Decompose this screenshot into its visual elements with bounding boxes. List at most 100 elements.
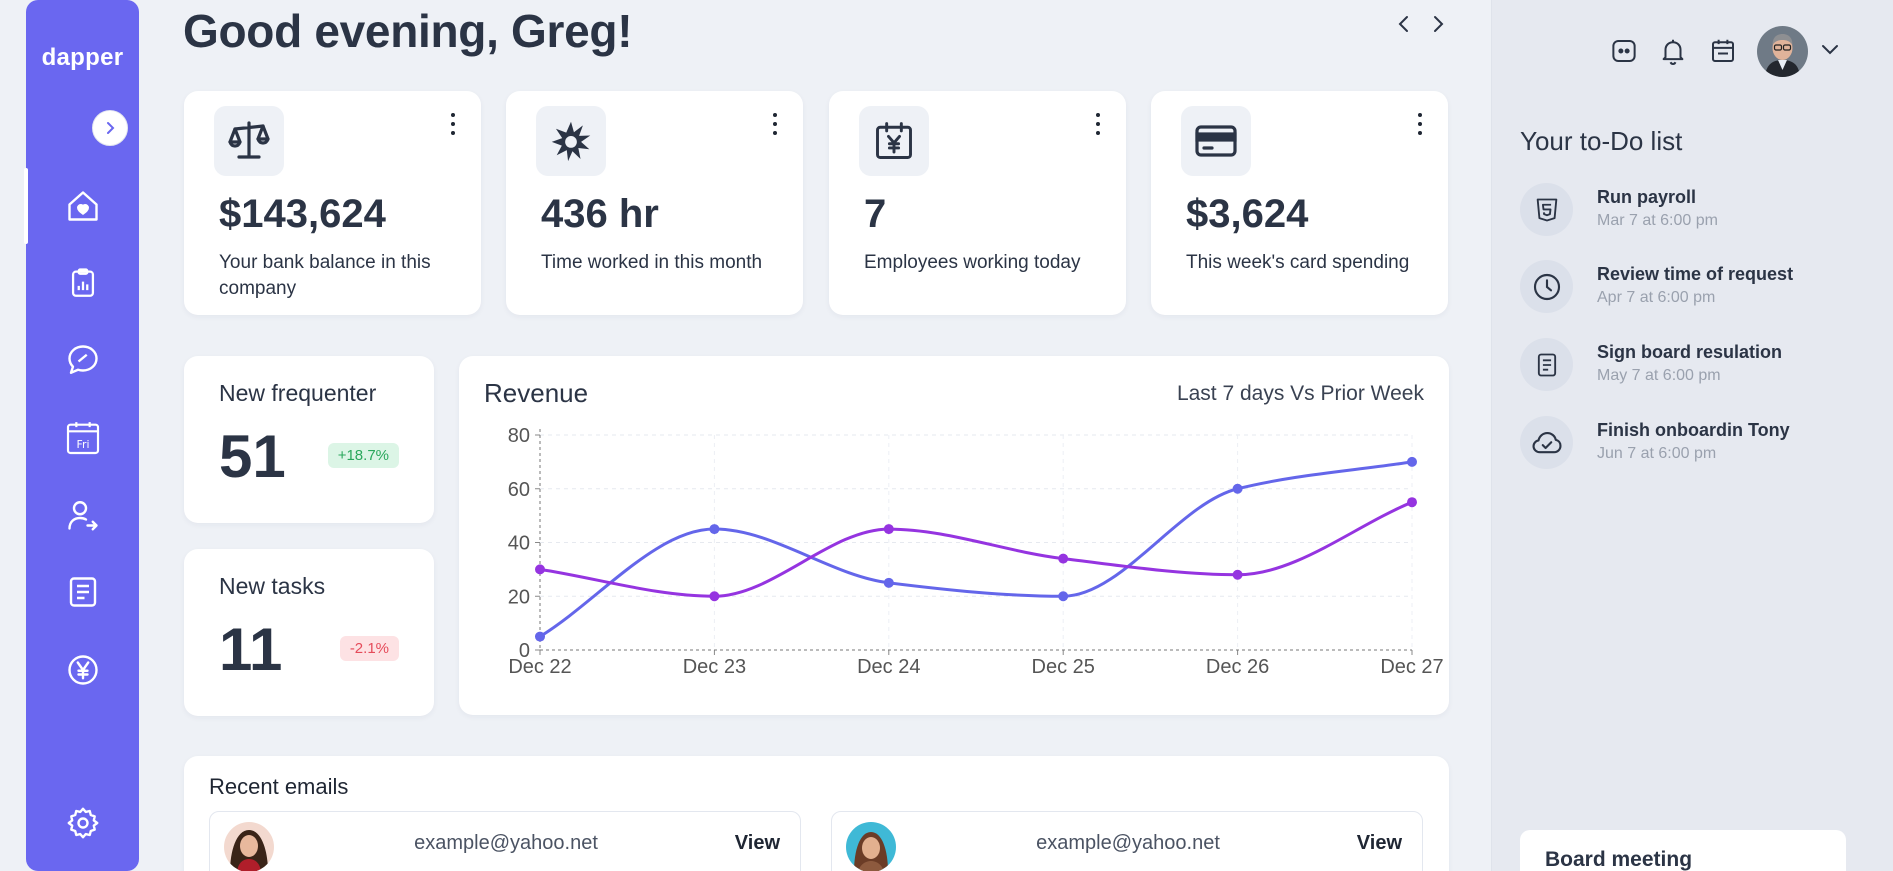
todo-title: Your to-Do list bbox=[1520, 126, 1683, 156]
burst-icon bbox=[551, 121, 591, 162]
calendar-icon: Fri bbox=[66, 422, 99, 455]
prev-button[interactable] bbox=[1392, 12, 1416, 36]
section-title: Recent emails bbox=[209, 774, 349, 799]
stat-label: This week's card spending bbox=[1186, 252, 1410, 273]
data-point bbox=[883, 577, 894, 588]
x-tick-label: Dec 25 bbox=[1032, 656, 1095, 678]
bot-icon bbox=[1612, 40, 1636, 62]
todo-item[interactable]: Review time of request Apr 7 at 6:00 pm bbox=[1520, 260, 1860, 316]
sidebar-item-tasks[interactable] bbox=[26, 253, 139, 313]
revenue-chart: 020406080Dec 22 Dec 23 Dec 24 Dec 25 Dec 26 D… bbox=[508, 425, 1444, 678]
card-value: 51 bbox=[219, 423, 286, 490]
html5-icon bbox=[1536, 198, 1557, 221]
next-button[interactable] bbox=[1426, 12, 1450, 36]
data-point bbox=[535, 564, 545, 575]
stat-value: 7 bbox=[864, 192, 887, 236]
todo-time: Jun 7 at 6:00 pm bbox=[1597, 445, 1717, 462]
stat-card-card-spending: $3,624 This week's card spending bbox=[1151, 91, 1448, 315]
cloud-check-icon bbox=[1531, 431, 1562, 453]
y-tick-label: 40 bbox=[508, 533, 530, 555]
more-options-button[interactable] bbox=[1412, 111, 1428, 137]
more-options-button[interactable] bbox=[1090, 111, 1106, 137]
stat-card-employees: 7 Employees working today bbox=[829, 91, 1126, 315]
chevron-down-icon bbox=[1822, 45, 1838, 55]
page-title: Good evening, Greg! bbox=[183, 5, 633, 57]
email-address: example@yahoo.net bbox=[1036, 832, 1220, 854]
more-options-button[interactable] bbox=[445, 111, 461, 137]
data-point bbox=[1232, 483, 1243, 494]
sidebar-item-calendar[interactable]: Fri bbox=[26, 408, 139, 468]
stat-card-balance: $143,624 Your bank balance in this compa… bbox=[184, 91, 481, 315]
sidebar-item-documents[interactable] bbox=[26, 562, 139, 622]
clock-icon bbox=[1533, 273, 1560, 300]
stat-value: $143,624 bbox=[219, 192, 386, 236]
sidebar-collapse-button[interactable] bbox=[92, 110, 128, 146]
stat-label: Time worked in this month bbox=[541, 252, 763, 273]
board-meeting-title: Board meeting bbox=[1545, 848, 1693, 871]
data-point bbox=[1407, 497, 1417, 508]
chevron-left-icon bbox=[1398, 16, 1408, 32]
sidebar-item-home[interactable] bbox=[24, 168, 139, 244]
scale-icon bbox=[228, 121, 270, 159]
data-point bbox=[883, 524, 894, 535]
sidebar-item-messages[interactable] bbox=[26, 330, 139, 390]
calendar-yen-icon bbox=[876, 122, 912, 159]
new-frequenter-card: New frequenter 51 +18.7% bbox=[184, 356, 434, 523]
chat-bot-button[interactable] bbox=[1607, 34, 1641, 68]
app-logo[interactable]: dapper bbox=[26, 44, 139, 72]
todo-item[interactable]: Run payroll Mar 7 at 6:00 pm bbox=[1520, 183, 1860, 239]
todo-name: Sign board resulation bbox=[1597, 342, 1783, 362]
todo-time: Apr 7 at 6:00 pm bbox=[1597, 289, 1716, 306]
user-transfer-icon bbox=[67, 501, 98, 531]
card-title: New frequenter bbox=[219, 380, 377, 406]
todo-name: Review time of request bbox=[1597, 264, 1794, 284]
sidebar-item-people[interactable] bbox=[26, 485, 139, 545]
stat-label: Employees working today bbox=[864, 252, 1081, 273]
notifications-button[interactable] bbox=[1656, 34, 1690, 68]
y-tick-label: 20 bbox=[508, 586, 530, 608]
data-point bbox=[709, 524, 720, 535]
todo-name: Run payroll bbox=[1597, 187, 1697, 207]
clipboard-icon bbox=[71, 268, 94, 297]
todo-time: Mar 7 at 6:00 pm bbox=[1597, 212, 1718, 229]
trend-badge: +18.7% bbox=[327, 443, 399, 468]
data-point bbox=[1058, 553, 1069, 564]
todo-item[interactable]: Sign board resulation May 7 at 6:00 pm bbox=[1520, 338, 1860, 394]
revenue-card: Revenue Last 7 days Vs Prior Week 0 20 40 6… bbox=[459, 356, 1449, 715]
document-icon bbox=[1537, 353, 1556, 376]
email-item[interactable]: example@yahoo.net View bbox=[831, 811, 1423, 871]
card-title: New tasks bbox=[219, 573, 326, 599]
view-email-button[interactable]: View bbox=[1357, 832, 1402, 855]
stat-card-time-worked: 436 hr Time worked in this month bbox=[506, 91, 803, 315]
sidebar-item-finance[interactable] bbox=[26, 640, 139, 700]
stat-value: 436 hr bbox=[541, 192, 659, 236]
profile-avatar[interactable] bbox=[1757, 26, 1808, 77]
credit-card-icon bbox=[1195, 125, 1237, 157]
view-email-button[interactable]: View bbox=[735, 832, 780, 855]
data-point bbox=[709, 591, 720, 602]
more-options-button[interactable] bbox=[767, 111, 783, 137]
todo-item[interactable]: Finish onboardin Tony Jun 7 at 6:00 pm bbox=[1520, 416, 1860, 472]
data-point bbox=[1058, 591, 1069, 602]
data-point bbox=[1407, 456, 1417, 467]
bell-icon bbox=[1662, 39, 1684, 65]
email-item[interactable]: example@yahoo.net View bbox=[209, 811, 801, 871]
stat-label: Your bank balance in this company bbox=[219, 252, 431, 299]
stat-value: $3,624 bbox=[1186, 192, 1309, 236]
new-tasks-card: New tasks 11 -2.1% bbox=[184, 549, 434, 716]
y-tick-label: 80 bbox=[508, 425, 530, 447]
calendar-button[interactable] bbox=[1706, 34, 1740, 68]
series-line-1 bbox=[539, 460, 1413, 638]
chevron-right-icon bbox=[1434, 16, 1444, 32]
x-tick-label: Dec 26 bbox=[1206, 656, 1269, 678]
board-meeting-card[interactable]: Board meeting bbox=[1520, 830, 1846, 871]
x-tick-label: Dec 27 bbox=[1380, 656, 1443, 678]
card-value: 11 bbox=[219, 616, 283, 683]
settings-button[interactable] bbox=[26, 793, 139, 853]
profile-menu-button[interactable] bbox=[1821, 42, 1839, 61]
todo-time: May 7 at 6:00 pm bbox=[1597, 367, 1721, 384]
x-tick-label: Dec 23 bbox=[683, 656, 746, 678]
yen-icon bbox=[67, 655, 98, 685]
recent-emails-card: Recent emails example@yahoo.net View exa… bbox=[184, 756, 1449, 871]
x-tick-label: Dec 24 bbox=[857, 656, 920, 678]
